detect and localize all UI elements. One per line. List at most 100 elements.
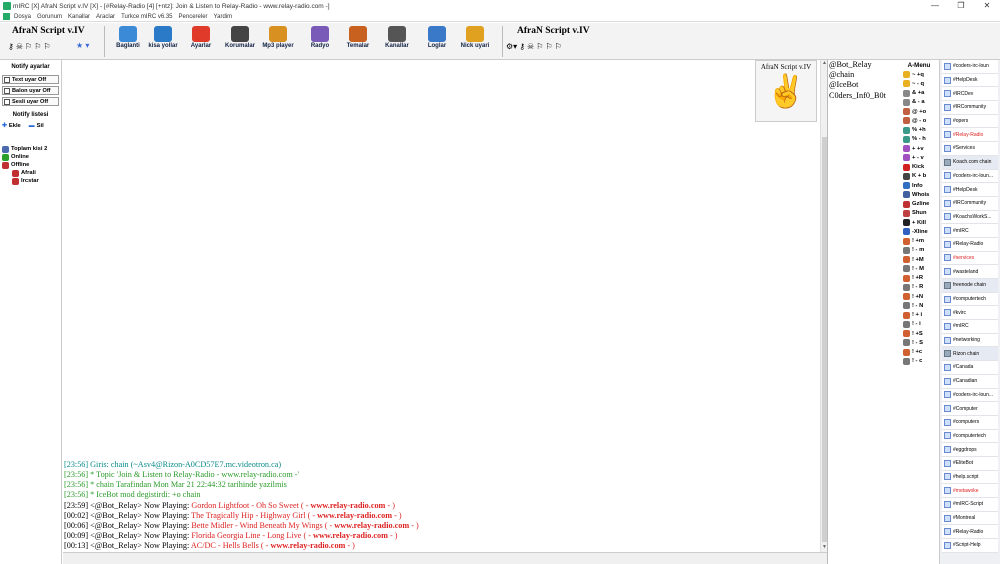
menu-kanallar[interactable]: Kanallar xyxy=(68,14,90,20)
add-button[interactable]: Ekle xyxy=(9,123,21,129)
channel-node[interactable]: #KoachsWorkS... xyxy=(942,210,998,225)
channel-node[interactable]: #Montreal xyxy=(942,511,998,526)
network-node[interactable]: freenode chain xyxy=(942,279,998,293)
a-menu-item[interactable]: ! - N xyxy=(900,301,938,310)
sound-alert-toggle[interactable]: Sesli uyar Off xyxy=(2,97,59,106)
a-menu-item[interactable]: ~ +q xyxy=(900,70,938,79)
menu-dosya[interactable]: Dosya xyxy=(14,14,31,20)
channel-node[interactable]: #IRCommunity xyxy=(942,196,998,211)
channel-node[interactable]: #Canada xyxy=(942,361,998,375)
toolbar-button-kisa-yollar[interactable]: kisa yollar xyxy=(143,26,183,58)
flag-icon[interactable]: ⚐ xyxy=(43,42,50,51)
channel-node[interactable]: #Canadian xyxy=(942,374,998,389)
channel-node[interactable]: #services xyxy=(942,251,998,266)
balloon-alert-toggle[interactable]: Balon uyar Off xyxy=(2,86,59,95)
toolbar-button-ayarlar[interactable]: Ayarlar xyxy=(181,26,221,58)
text-alert-toggle[interactable]: Text uyar Off xyxy=(2,75,59,84)
remove-button[interactable]: Sil xyxy=(37,123,44,129)
a-menu-item[interactable]: @ - o xyxy=(900,116,938,125)
skull-icon[interactable]: ☠ xyxy=(16,42,23,51)
channel-node[interactable]: #coders-irc-loun... xyxy=(942,388,998,403)
skull-icon[interactable]: ☠ xyxy=(527,42,534,51)
a-menu-item[interactable]: ! - M xyxy=(900,264,938,273)
channel-node[interactable]: #IRCommunity xyxy=(942,101,998,115)
a-menu-item[interactable]: ! + i xyxy=(900,311,938,320)
a-menu-item[interactable]: ! +c xyxy=(900,348,938,357)
checkbox[interactable] xyxy=(4,87,10,94)
online-node[interactable]: Online xyxy=(11,154,29,160)
channel-node[interactable]: #metawoke xyxy=(942,484,998,498)
channel-node[interactable]: #Relay-Radio xyxy=(942,128,998,143)
toolbar-button-korumalar[interactable]: Korumalar xyxy=(220,26,260,58)
channel-node[interactable]: #HelpDesk xyxy=(942,183,998,197)
channel-node[interactable]: #Computer xyxy=(942,402,998,416)
a-menu-item[interactable]: ! +M xyxy=(900,255,938,264)
a-menu-item[interactable]: ! - c xyxy=(900,357,938,366)
a-menu-item[interactable]: K + b xyxy=(900,172,938,181)
a-menu-item[interactable]: ! - m xyxy=(900,246,938,255)
menu-araclar[interactable]: Araclar xyxy=(96,14,115,20)
network-node[interactable]: Rizon chain xyxy=(942,347,998,362)
menu-app-icon[interactable] xyxy=(3,13,10,20)
channel-node[interactable]: #mIRC-Script xyxy=(942,498,998,512)
channel-node[interactable]: #IRCDev xyxy=(942,87,998,102)
channel-node[interactable]: #Services xyxy=(942,142,998,156)
offline-node[interactable]: Offline xyxy=(11,162,29,168)
close-button[interactable]: ✕ xyxy=(974,0,1000,12)
a-menu-item[interactable]: % +h xyxy=(900,126,938,135)
channel-node[interactable]: #computertech xyxy=(942,429,998,444)
flag-icon[interactable]: ⚐ xyxy=(555,42,562,51)
toolbar-button-kanallar[interactable]: Kanallar xyxy=(377,26,417,58)
checkbox[interactable] xyxy=(4,76,10,83)
a-menu-item[interactable]: ! - i xyxy=(900,320,938,329)
channel-node[interactable]: #help.script xyxy=(942,470,998,485)
toolbar-button-mp3-player[interactable]: Mp3 player xyxy=(258,26,298,58)
a-menu-item[interactable]: % - h xyxy=(900,135,938,144)
toolbar-button-temalar[interactable]: Temalar xyxy=(338,26,378,58)
flag-icon[interactable]: ⚐ xyxy=(536,42,543,51)
nick-item[interactable]: C0ders_Inf0_B0t xyxy=(829,91,900,101)
a-menu-item[interactable]: ! - R xyxy=(900,283,938,292)
a-menu-item[interactable]: + +v xyxy=(900,144,938,153)
checkbox[interactable] xyxy=(4,98,10,105)
maximize-button[interactable]: ❐ xyxy=(948,0,974,12)
minimize-button[interactable]: — xyxy=(922,0,948,12)
toolbar-button-loglar[interactable]: Loglar xyxy=(417,26,457,58)
a-menu-item[interactable]: ~ - q xyxy=(900,79,938,88)
notify-user[interactable]: Ircstar xyxy=(21,178,39,184)
channel-node[interactable]: #Relay-Radio xyxy=(942,525,998,540)
channel-node[interactable]: #wasteland xyxy=(942,265,998,279)
channel-node[interactable]: #coders-irc-loun xyxy=(942,60,998,74)
a-menu-item[interactable]: Gzline xyxy=(900,200,938,209)
a-menu-item[interactable]: Shun xyxy=(900,209,938,218)
network-node[interactable]: Koach.com chain xyxy=(942,155,998,170)
channel-node[interactable]: #opers xyxy=(942,114,998,129)
channel-node[interactable]: #computers xyxy=(942,415,998,430)
chat-scrollbar[interactable]: ▲ ▼ xyxy=(820,60,827,552)
channel-node[interactable]: #coders-irc-loun... xyxy=(942,169,998,184)
channel-node[interactable]: #Relay-Radio xyxy=(942,237,998,252)
a-menu-item[interactable]: + Kill xyxy=(900,218,938,227)
a-menu-item[interactable]: & +a xyxy=(900,89,938,98)
channel-node[interactable]: #computertech xyxy=(942,292,998,307)
channel-node[interactable]: #HelpDesk xyxy=(942,73,998,88)
channel-node[interactable]: #mIRC xyxy=(942,224,998,238)
channel-node[interactable]: #Script-Help xyxy=(942,539,998,553)
flag-icon[interactable]: ⚐ xyxy=(34,42,41,51)
channel-node[interactable]: #kvirc xyxy=(942,306,998,321)
key-icon[interactable]: ⚷ xyxy=(519,42,525,51)
notify-user[interactable]: Afrali xyxy=(21,170,36,176)
menu-yardim[interactable]: Yardim xyxy=(214,14,233,20)
toolbar-button-baglanti[interactable]: Baglanti xyxy=(108,26,148,58)
nick-item[interactable]: @Bot_Relay xyxy=(829,60,900,70)
nick-item[interactable]: @IceBot xyxy=(829,80,900,90)
a-menu-item[interactable]: @ +o xyxy=(900,107,938,116)
a-menu-item[interactable]: ! +N xyxy=(900,292,938,301)
channel-node[interactable]: #networking xyxy=(942,333,998,348)
channel-node[interactable]: #mIRC xyxy=(942,320,998,334)
toolbar-button-nick-uyari[interactable]: Nick uyari xyxy=(455,26,495,58)
flag-icon[interactable]: ⚐ xyxy=(545,42,552,51)
a-menu-item[interactable]: + - v xyxy=(900,153,938,162)
a-menu-item[interactable]: & - a xyxy=(900,98,938,107)
a-menu-item[interactable]: Info xyxy=(900,181,938,190)
